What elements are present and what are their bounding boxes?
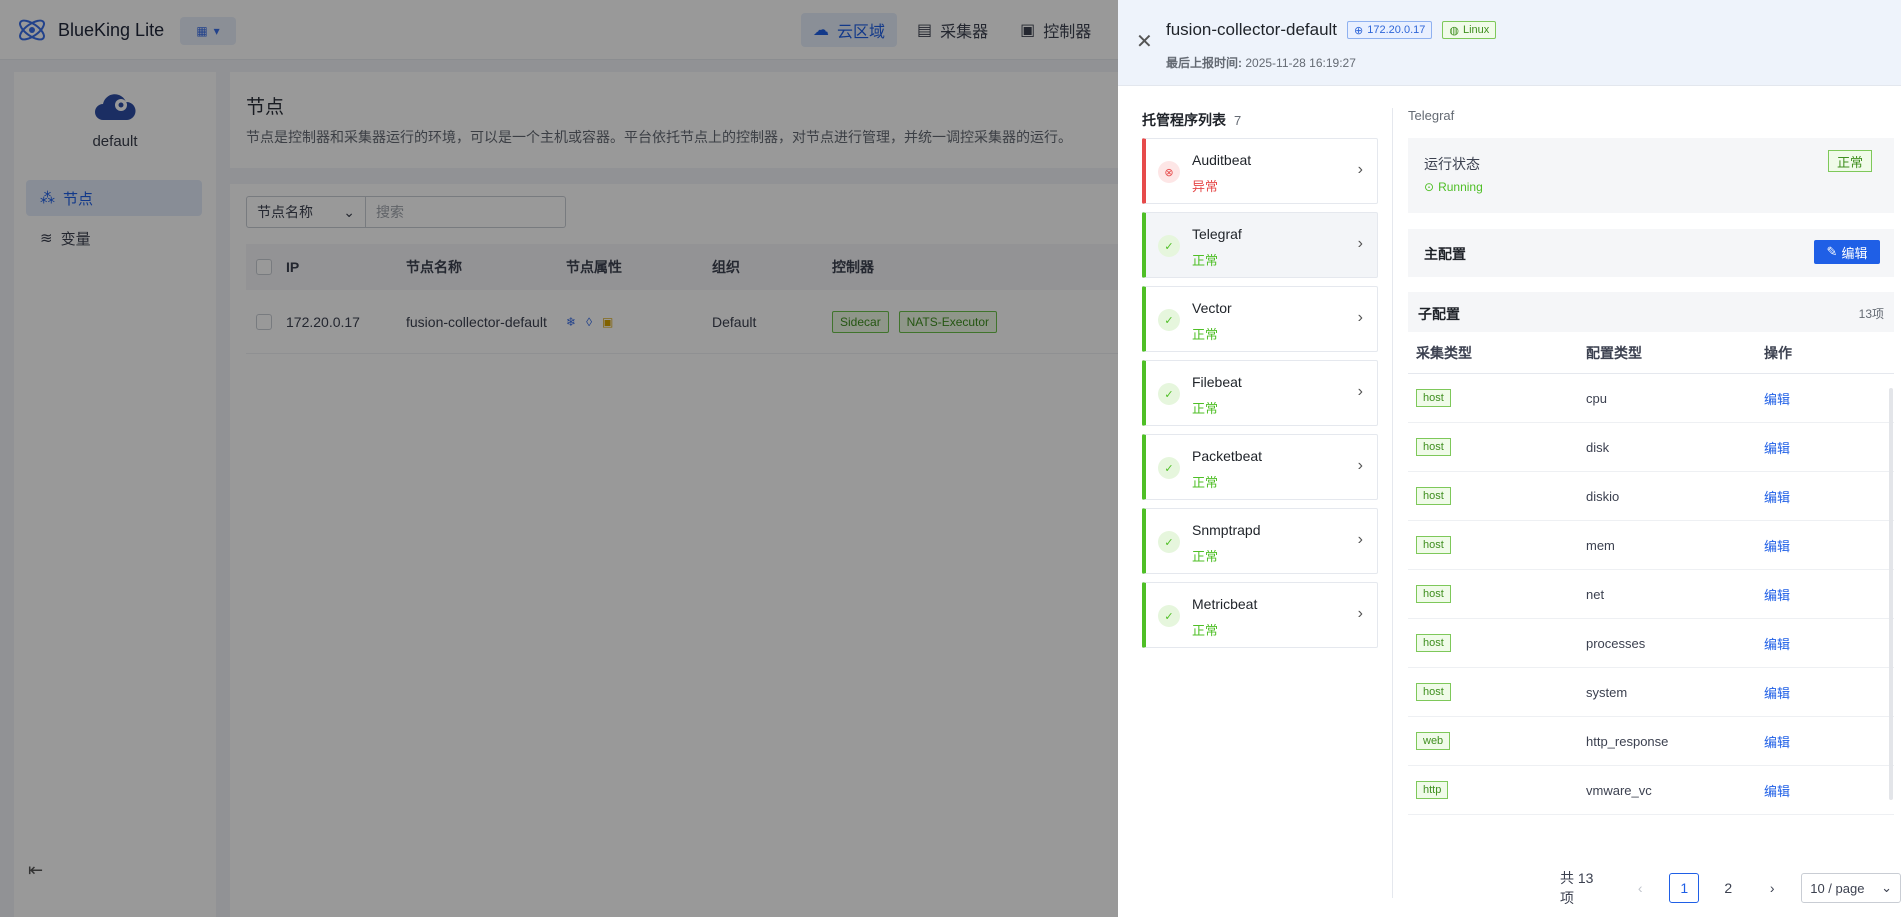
- check-circle-icon: ✓: [1158, 457, 1180, 479]
- check-circle-icon: ✓: [1158, 235, 1180, 257]
- edit-link[interactable]: 编辑: [1764, 441, 1790, 456]
- edit-link[interactable]: 编辑: [1764, 735, 1790, 750]
- sub-config-count: 13项: [1858, 307, 1884, 321]
- page-size-select[interactable]: 10 / page ⌄: [1801, 873, 1901, 903]
- collect-type-tag: http: [1416, 781, 1449, 799]
- page-button[interactable]: 2: [1713, 873, 1743, 903]
- os-badge: ◍ Linux: [1442, 21, 1497, 39]
- next-page-icon[interactable]: ›: [1757, 873, 1787, 903]
- edit-link[interactable]: 编辑: [1764, 539, 1790, 554]
- node-name: fusion-collector-default: [1166, 20, 1338, 39]
- status-badge: 正常: [1827, 150, 1872, 172]
- prev-page-icon[interactable]: ‹: [1625, 873, 1655, 903]
- program-card-snmptrapd[interactable]: ✓ Snmptrapd 正常 ›: [1142, 508, 1378, 574]
- check-circle-icon: ⊙: [1424, 180, 1435, 194]
- run-status-value: ⊙ Running: [1424, 180, 1483, 194]
- table-row: host net 编辑: [1408, 570, 1894, 619]
- program-list: 托管程序列表 7 ⊗ Auditbeat 异常 › ✓ Telegraf 正常 …: [1142, 110, 1378, 648]
- table-row: host mem 编辑: [1408, 521, 1894, 570]
- edit-main-config-button[interactable]: ✎ 编辑: [1814, 240, 1880, 264]
- check-circle-icon: ✓: [1158, 309, 1180, 331]
- chevron-down-icon: ⌄: [1881, 880, 1892, 895]
- table-row: web http_response 编辑: [1408, 717, 1894, 766]
- edit-icon: ✎: [1826, 244, 1838, 259]
- program-card-packetbeat[interactable]: ✓ Packetbeat 正常 ›: [1142, 434, 1378, 500]
- close-icon[interactable]: ✕: [1136, 32, 1153, 52]
- globe-icon: ⊕: [1354, 24, 1364, 37]
- table-row: host cpu 编辑: [1408, 374, 1894, 423]
- chevron-right-icon: ›: [1357, 161, 1363, 178]
- detail-title: Telegraf: [1408, 108, 1455, 123]
- table-row: http vmware_vc 编辑: [1408, 766, 1894, 815]
- chevron-right-icon: ›: [1357, 605, 1363, 622]
- sub-config-header: 子配置 13项: [1408, 292, 1894, 332]
- program-status: 异常: [1192, 179, 1219, 194]
- program-card-auditbeat[interactable]: ⊗ Auditbeat 异常 ›: [1142, 138, 1378, 204]
- chevron-right-icon: ›: [1357, 531, 1363, 548]
- collect-type-tag: host: [1416, 634, 1451, 652]
- collect-type-tag: host: [1416, 585, 1451, 603]
- pagination-total: 共 13 项: [1560, 870, 1594, 906]
- collect-type-tag: host: [1416, 683, 1451, 701]
- program-status: 正常: [1192, 327, 1219, 342]
- table-row: host disk 编辑: [1408, 423, 1894, 472]
- drawer-title: fusion-collector-default ⊕ 172.20.0.17 ◍…: [1166, 20, 1497, 40]
- program-status: 正常: [1192, 253, 1219, 268]
- chevron-right-icon: ›: [1357, 309, 1363, 326]
- page-button[interactable]: 1: [1669, 873, 1700, 903]
- chevron-right-icon: ›: [1357, 383, 1363, 400]
- modal-overlay[interactable]: [0, 0, 1118, 917]
- program-list-header: 托管程序列表 7: [1142, 112, 1242, 128]
- table-row: host diskio 编辑: [1408, 472, 1894, 521]
- last-report-time: 最后上报时间: 2025-11-28 16:19:27: [1166, 56, 1356, 70]
- table-header: 采集类型 配置类型 操作: [1408, 332, 1894, 374]
- program-count: 7: [1234, 112, 1242, 128]
- check-circle-icon: ✓: [1158, 383, 1180, 405]
- ip-badge: ⊕ 172.20.0.17: [1347, 21, 1433, 39]
- error-circle-icon: ⊗: [1158, 161, 1180, 183]
- edit-link[interactable]: 编辑: [1764, 588, 1790, 603]
- table-row: host processes 编辑: [1408, 619, 1894, 668]
- edit-link[interactable]: 编辑: [1764, 637, 1790, 652]
- run-status-panel: 运行状态 正常 ⊙ Running: [1408, 138, 1894, 213]
- sub-config-table: 采集类型 配置类型 操作 host cpu 编辑 host disk 编辑 ho…: [1408, 332, 1894, 815]
- main-config-panel: 主配置 ✎ 编辑: [1408, 229, 1894, 277]
- edit-link[interactable]: 编辑: [1764, 392, 1790, 407]
- program-status: 正常: [1192, 401, 1219, 416]
- collect-type-tag: host: [1416, 536, 1451, 554]
- program-status: 正常: [1192, 549, 1219, 564]
- node-detail-drawer: ✕ fusion-collector-default ⊕ 172.20.0.17…: [1118, 0, 1901, 917]
- chevron-right-icon: ›: [1357, 457, 1363, 474]
- table-row: host system 编辑: [1408, 668, 1894, 717]
- collect-type-tag: host: [1416, 438, 1451, 456]
- check-circle-icon: ✓: [1158, 531, 1180, 553]
- table-scrollbar[interactable]: [1889, 388, 1893, 800]
- collect-type-tag: web: [1416, 732, 1451, 750]
- edit-link[interactable]: 编辑: [1764, 686, 1790, 701]
- program-detail: Telegraf 运行状态 正常 ⊙ Running 主配置 ✎ 编辑 子配置 …: [1408, 108, 1894, 815]
- program-card-vector[interactable]: ✓ Vector 正常 ›: [1142, 286, 1378, 352]
- program-card-filebeat[interactable]: ✓ Filebeat 正常 ›: [1142, 360, 1378, 426]
- collect-type-tag: host: [1416, 487, 1451, 505]
- program-card-telegraf[interactable]: ✓ Telegraf 正常 ›: [1142, 212, 1378, 278]
- check-circle-icon: ✓: [1158, 605, 1180, 627]
- program-card-metricbeat[interactable]: ✓ Metricbeat 正常 ›: [1142, 582, 1378, 648]
- edit-link[interactable]: 编辑: [1764, 490, 1790, 505]
- divider: [1392, 108, 1393, 898]
- os-icon: ◍: [1449, 24, 1459, 37]
- program-status: 正常: [1192, 475, 1219, 490]
- program-status: 正常: [1192, 623, 1219, 638]
- drawer-header: ✕ fusion-collector-default ⊕ 172.20.0.17…: [1118, 0, 1901, 86]
- chevron-right-icon: ›: [1357, 235, 1363, 252]
- edit-link[interactable]: 编辑: [1764, 784, 1790, 799]
- pagination: 共 13 项 ‹ 1 2 › 10 / page ⌄: [1560, 868, 1901, 908]
- collect-type-tag: host: [1416, 389, 1451, 407]
